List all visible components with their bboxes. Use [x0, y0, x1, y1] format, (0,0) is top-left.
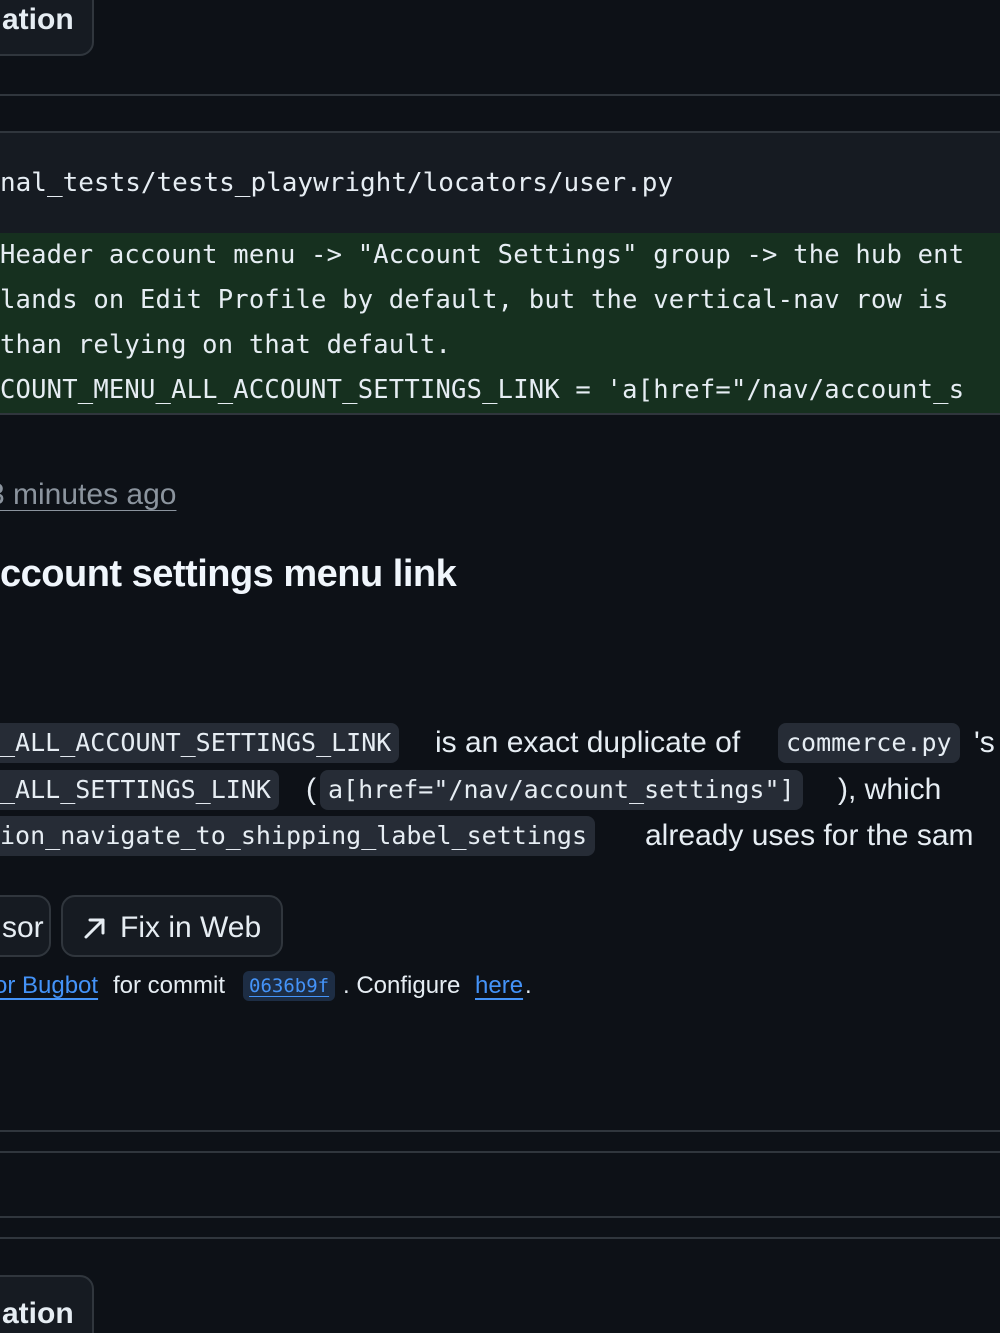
button-label: Fix in Web: [120, 911, 262, 944]
arrow-up-right-icon: [81, 914, 109, 942]
comment-body-line: _ALL_ACCOUNT_SETTINGS_LINK is an exact d…: [0, 720, 1000, 766]
commit-sha-link[interactable]: 0636b9f: [243, 971, 336, 1001]
button-label: ation: [2, 3, 74, 36]
resolve-conversation-button[interactable]: ation: [0, 1275, 94, 1333]
bugbot-footer: or Bugbot for commit 0636b9f . Configure…: [0, 966, 1000, 1006]
divider: [0, 94, 1000, 96]
body-text: (: [306, 773, 316, 806]
comment-title: ccount settings menu link: [0, 553, 457, 595]
comment-body-line: ion_navigate_to_shipping_label_settings …: [0, 813, 1000, 859]
comment-body-line: _ALL_SETTINGS_LINK ( a[href="/nav/accoun…: [0, 767, 1000, 813]
inline-code: a[href="/nav/account_settings"]: [320, 770, 803, 810]
footer-text: . Configure: [343, 972, 461, 999]
configure-here-link[interactable]: here: [475, 966, 523, 1006]
inline-code: commerce.py: [778, 723, 960, 763]
inline-code: _ALL_ACCOUNT_SETTINGS_LINK: [0, 723, 400, 763]
fix-in-cursor-button[interactable]: sor: [0, 895, 51, 957]
divider: [0, 1216, 1000, 1218]
file-path[interactable]: nal_tests/tests_playwright/locators/user…: [0, 168, 673, 198]
divider: [0, 1237, 1000, 1239]
body-text: ), which: [838, 773, 942, 806]
diff-line: than relying on that default.: [0, 330, 452, 360]
inline-code: ion_navigate_to_shipping_label_settings: [0, 816, 595, 856]
resolve-conversation-button[interactable]: ation: [0, 0, 94, 56]
footer-text: for commit: [113, 972, 226, 999]
divider: [0, 1151, 1000, 1153]
diff-line: Header account menu -> "Account Settings…: [0, 240, 965, 270]
comment-timestamp[interactable]: 3 minutes ago: [0, 478, 176, 512]
body-text: is an exact duplicate of: [435, 726, 741, 759]
bugbot-link[interactable]: or Bugbot: [0, 966, 98, 1006]
inline-code: _ALL_SETTINGS_LINK: [0, 770, 279, 810]
body-text: already uses for the sam: [645, 819, 974, 852]
diff-line: COUNT_MENU_ALL_ACCOUNT_SETTINGS_LINK = '…: [0, 375, 965, 405]
diff-line: lands on Edit Profile by default, but th…: [0, 285, 949, 315]
button-label: sor: [2, 911, 44, 944]
pr-review-page: ation nal_tests/tests_playwright/locator…: [0, 0, 1000, 1333]
body-text: 's: [974, 726, 995, 759]
fix-in-web-button[interactable]: Fix in Web: [61, 895, 283, 957]
divider: [0, 1130, 1000, 1132]
button-label: ation: [2, 1297, 74, 1330]
footer-text: .: [525, 972, 532, 999]
